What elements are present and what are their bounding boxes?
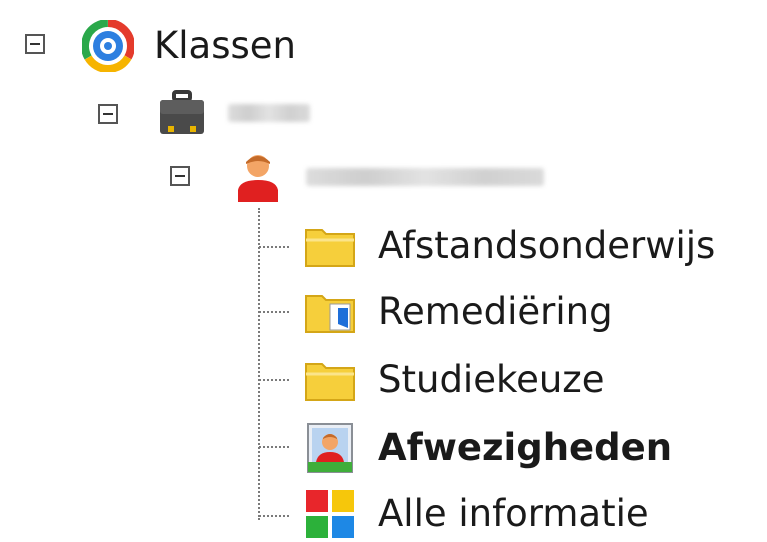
- ring-globe-icon: [82, 20, 134, 72]
- tree-node-label[interactable]: Klassen: [154, 20, 296, 72]
- person-icon: [232, 150, 284, 202]
- tree-node-label[interactable]: Alle informatie: [378, 488, 649, 540]
- portrait-icon: [304, 422, 356, 474]
- tree-node-student[interactable]: [0, 148, 560, 204]
- tree-node-afstandsonderwijs[interactable]: Afstandsonderwijs: [0, 218, 767, 274]
- class-name-redacted: [228, 104, 310, 122]
- tree-node-label[interactable]: Afwezigheden: [378, 422, 672, 474]
- collapse-toggle[interactable]: [170, 166, 190, 186]
- tree-node-afwezigheden[interactable]: Afwezigheden: [0, 420, 767, 476]
- tree-node-remediering[interactable]: Remediëring: [0, 284, 767, 340]
- tree-node-studiekeuze[interactable]: Studiekeuze: [0, 352, 767, 408]
- tree-node-label[interactable]: Remediëring: [378, 286, 613, 338]
- student-name-redacted: [306, 168, 544, 186]
- briefcase-icon: [156, 88, 208, 140]
- tree-node-label[interactable]: Studiekeuze: [378, 354, 604, 406]
- folder-icon: [304, 354, 356, 406]
- tree-node-klassen[interactable]: Klassen: [0, 18, 360, 74]
- collapse-toggle[interactable]: [25, 34, 45, 54]
- tiles-icon: [304, 488, 356, 540]
- tree-node-class[interactable]: [0, 86, 360, 142]
- tree-node-label[interactable]: Afstandsonderwijs: [378, 220, 715, 272]
- collapse-toggle[interactable]: [98, 104, 118, 124]
- folder-document-icon: [304, 286, 356, 338]
- folder-icon: [304, 220, 356, 272]
